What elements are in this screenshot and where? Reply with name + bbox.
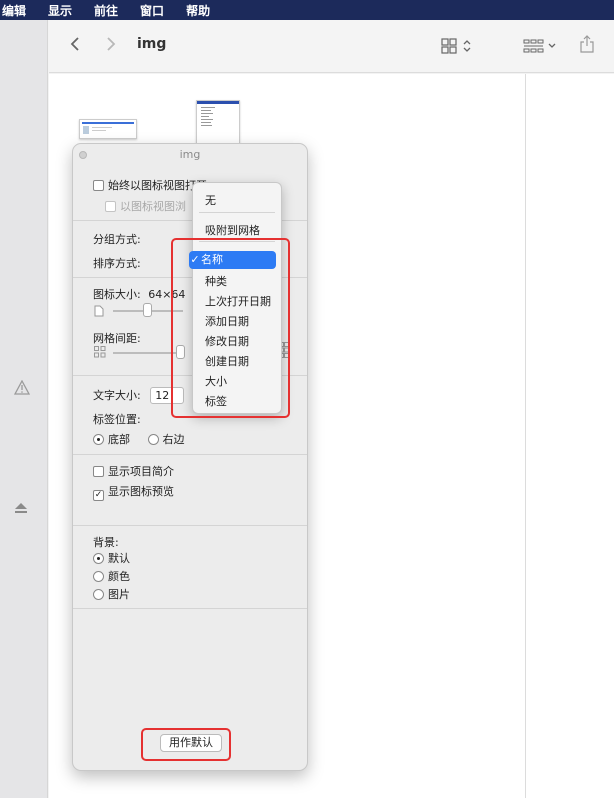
show-icon-preview-label: 显示图标预览 bbox=[108, 485, 174, 498]
icon-size-label: 图标大小: bbox=[93, 288, 141, 301]
chevron-right-icon[interactable] bbox=[105, 36, 117, 56]
warning-icon[interactable] bbox=[13, 379, 31, 399]
share-icon[interactable] bbox=[579, 35, 595, 57]
bg-picture-radio[interactable] bbox=[93, 589, 104, 600]
group-by-label: 分组方式: bbox=[93, 233, 141, 246]
bg-color-radio[interactable] bbox=[93, 571, 104, 582]
menu-go[interactable]: 前往 bbox=[94, 2, 118, 19]
label-position-options: 底部 右边 bbox=[93, 431, 185, 447]
always-open-icon-view-checkbox[interactable] bbox=[93, 180, 104, 191]
label-right-text: 右边 bbox=[162, 433, 185, 446]
menu-bar: 编辑 显示 前往 窗口 帮助 bbox=[0, 0, 614, 20]
background-label: 背景: bbox=[93, 536, 119, 549]
divider bbox=[73, 525, 307, 526]
bg-default-radio[interactable] bbox=[93, 553, 104, 564]
label-right-radio[interactable] bbox=[147, 434, 159, 445]
menu-item-none[interactable]: 无 bbox=[205, 192, 216, 208]
sort-options-highlight bbox=[171, 238, 290, 418]
browse-icon-view-row: 以图标视图浏 bbox=[105, 198, 186, 214]
grid-view-icon[interactable] bbox=[441, 38, 477, 58]
browse-icon-view-checkbox bbox=[105, 201, 116, 212]
bg-default-label: 默认 bbox=[108, 552, 130, 565]
bg-picture-row[interactable]: 图片 bbox=[93, 586, 130, 602]
group-by-icon[interactable] bbox=[523, 38, 559, 58]
label-bottom-text: 底部 bbox=[108, 433, 130, 446]
menu-help[interactable]: 帮助 bbox=[186, 2, 210, 19]
small-icon-icon bbox=[94, 305, 104, 320]
divider bbox=[73, 608, 307, 609]
file-thumbnail[interactable] bbox=[196, 100, 240, 144]
file-thumbnail[interactable] bbox=[79, 119, 137, 139]
show-item-info-label: 显示项目简介 bbox=[108, 465, 174, 478]
sort-by-label: 排序方式: bbox=[93, 257, 141, 270]
bg-picture-label: 图片 bbox=[108, 588, 130, 601]
always-open-icon-view-row[interactable]: 始终以图标视图打开 bbox=[93, 177, 207, 193]
preview-pane bbox=[525, 74, 614, 798]
defaults-button-highlight bbox=[141, 728, 231, 761]
show-icon-preview-checkbox[interactable]: ✓ bbox=[93, 490, 104, 501]
panel-title: img bbox=[179, 148, 201, 161]
divider bbox=[199, 212, 275, 213]
browse-icon-view-label: 以图标视图浏 bbox=[120, 200, 186, 213]
menu-window[interactable]: 窗口 bbox=[140, 2, 164, 19]
grid-spacing-label: 网格间距: bbox=[93, 332, 141, 345]
bg-default-row[interactable]: 默认 bbox=[93, 550, 130, 566]
divider bbox=[73, 454, 307, 455]
show-icon-preview-row[interactable]: ✓ 显示图标预览 bbox=[93, 483, 174, 501]
show-item-info-row[interactable]: 显示项目简介 bbox=[93, 463, 174, 479]
menu-edit[interactable]: 编辑 bbox=[2, 2, 26, 19]
show-item-info-checkbox[interactable] bbox=[93, 466, 104, 477]
menu-view[interactable]: 显示 bbox=[48, 2, 72, 19]
toolbar: img bbox=[49, 20, 614, 73]
icon-size-slider-knob[interactable] bbox=[143, 303, 152, 317]
text-size-label: 文字大小: bbox=[93, 389, 141, 402]
sidebar bbox=[0, 20, 48, 798]
grid-spacing-icon bbox=[94, 346, 106, 361]
bg-color-row[interactable]: 颜色 bbox=[93, 568, 130, 584]
bg-color-label: 颜色 bbox=[108, 570, 130, 583]
chevron-left-icon[interactable] bbox=[69, 36, 81, 56]
menu-item-snap-to-grid[interactable]: 吸附到网格 bbox=[205, 222, 260, 238]
folder-title: img bbox=[137, 36, 167, 52]
label-bottom-radio[interactable] bbox=[93, 434, 104, 445]
label-position-label: 标签位置: bbox=[93, 413, 141, 426]
eject-icon[interactable] bbox=[14, 500, 28, 518]
